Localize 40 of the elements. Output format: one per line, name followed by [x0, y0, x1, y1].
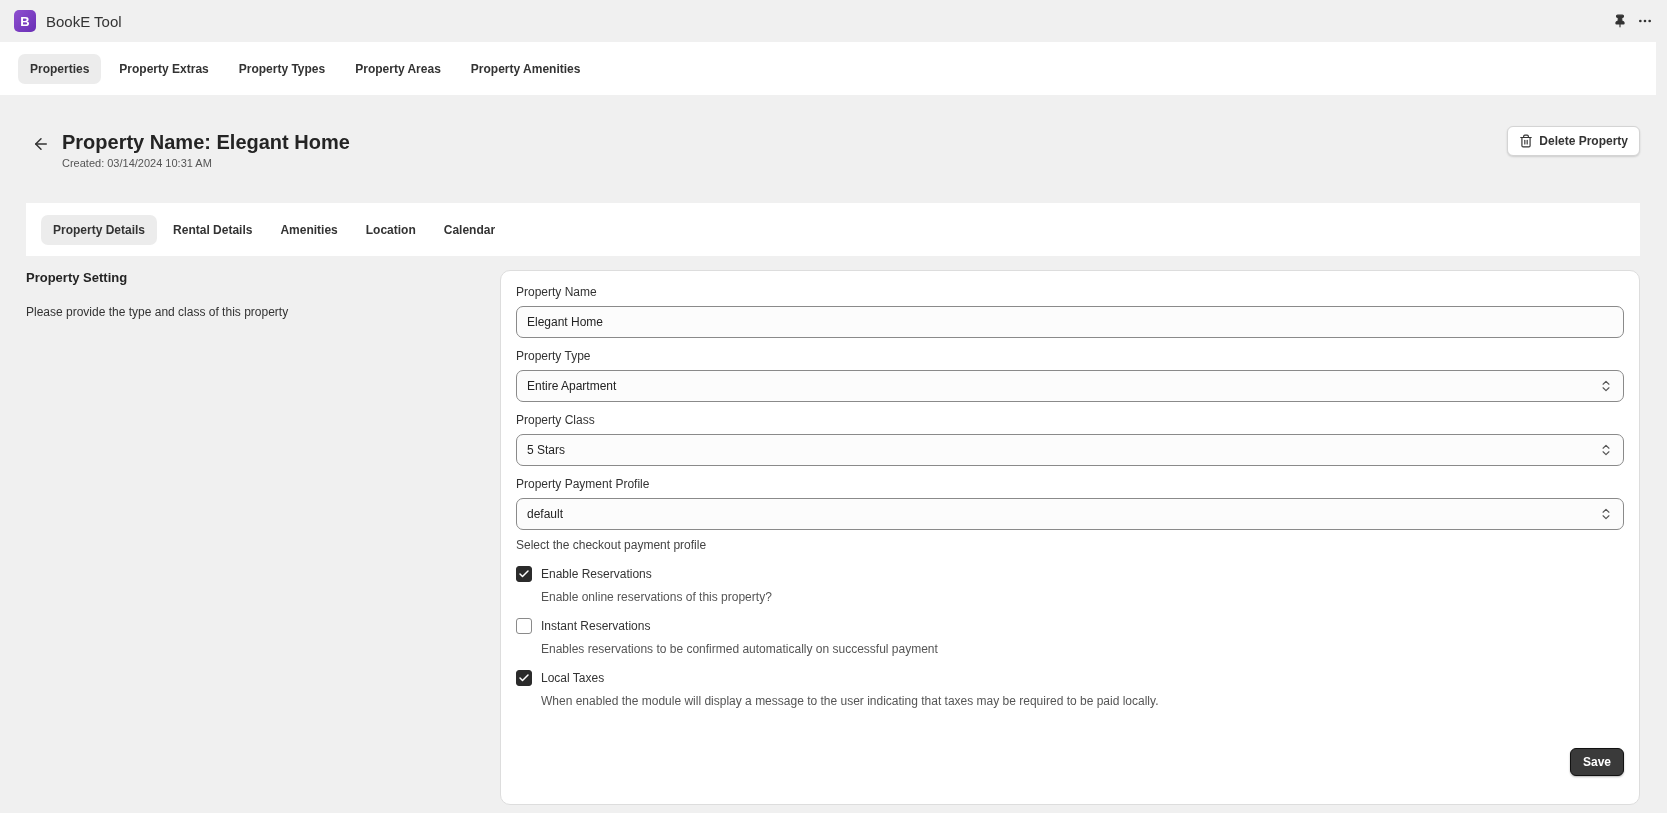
section-title: Property Setting [26, 270, 129, 285]
nav-tab[interactable]: Property Types [226, 53, 338, 84]
app-logo: B [14, 10, 36, 32]
nav-tab[interactable]: Property Extras [107, 53, 221, 84]
created-date: Created: 03/14/2024 10:31 AM [62, 157, 213, 169]
page-title: Property Name: Elegant Home [62, 131, 350, 154]
checkbox-label: Local Taxes [541, 671, 605, 685]
checkbox[interactable] [516, 566, 532, 582]
nav-tab[interactable]: Properties [18, 53, 102, 84]
field-label: Property Payment Profile [516, 477, 651, 491]
checkbox[interactable] [516, 670, 532, 686]
checkbox-label: Instant Reservations [541, 619, 651, 633]
select-field[interactable]: 5 Stars [516, 434, 1624, 466]
nav-tab[interactable]: Property Areas [343, 53, 453, 84]
nav-tab[interactable]: Property Amenities [458, 53, 593, 84]
trash-icon [1519, 134, 1534, 148]
option-description: When enabled the module will display a message to the user indicating that taxes may be required to be paid locally. [541, 694, 1160, 708]
save-button[interactable]: Save [1569, 748, 1624, 776]
delete-property-button[interactable]: Delete Property [1507, 126, 1640, 156]
input-field[interactable]: Elegant Home [516, 306, 1624, 338]
help-text: Select the checkout payment profile [516, 538, 708, 552]
option-description: Enable online reservations of this property? [541, 590, 773, 604]
detail-tab[interactable]: Property Details [41, 214, 158, 245]
select-field[interactable]: default [516, 498, 1624, 530]
checkbox-label: Enable Reservations [541, 567, 652, 581]
checkbox[interactable] [516, 618, 532, 634]
detail-tab[interactable]: Amenities [268, 214, 350, 245]
select-field[interactable]: Entire Apartment [516, 370, 1624, 402]
field-label: Property Type [516, 349, 592, 363]
detail-tab[interactable]: Location [353, 214, 428, 245]
checkmark-icon [518, 568, 530, 580]
detail-tab[interactable]: Calendar [431, 214, 508, 245]
section-description: Please provide the type and class of this property [26, 305, 290, 319]
checkmark-icon [518, 672, 530, 684]
pin-icon[interactable] [1613, 14, 1627, 28]
app-title: BookE Tool [46, 12, 122, 30]
field-label: Property Class [516, 413, 596, 427]
option-description: Enables reservations to be confirmed automatically on successful payment [541, 642, 939, 656]
detail-tab[interactable]: Rental Details [161, 214, 265, 245]
field-label: Property Name [516, 285, 598, 299]
